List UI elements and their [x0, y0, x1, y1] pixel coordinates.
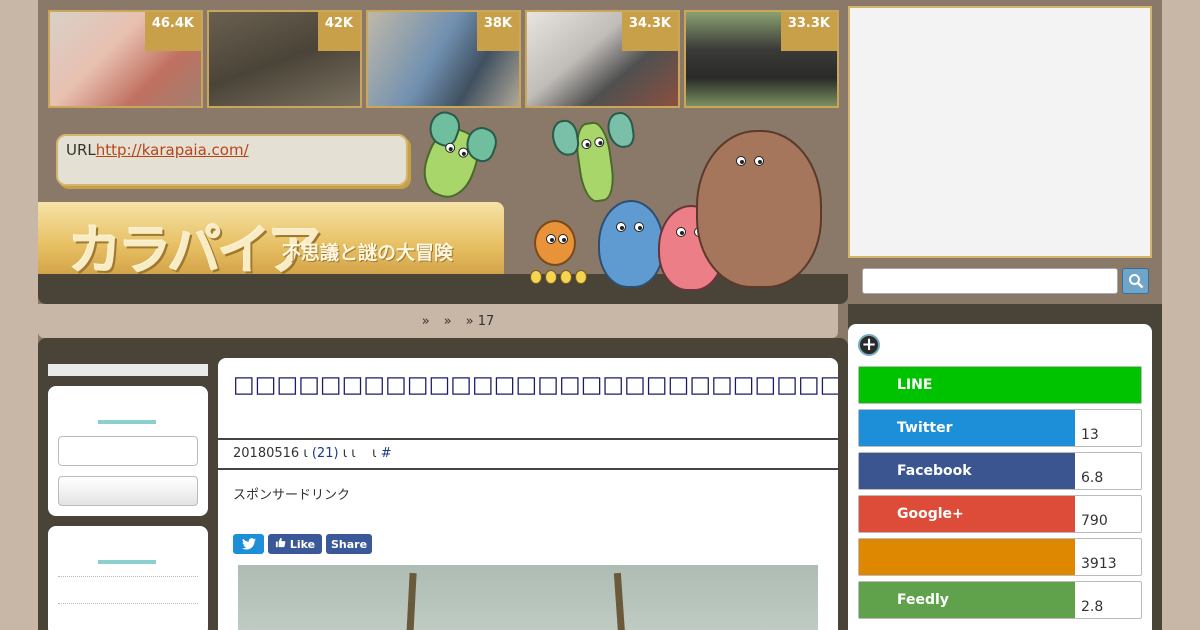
article-image — [238, 565, 818, 630]
social-label — [859, 539, 1075, 575]
social-label: Twitter — [859, 410, 1075, 446]
sidebar-search-widget — [48, 386, 208, 516]
list-divider — [58, 576, 198, 577]
feedly-follow-button[interactable]: Feedly 2.8 — [858, 581, 1142, 619]
hatena-bookmark-button[interactable]: 3913 — [858, 538, 1142, 576]
facebook-share-button[interactable]: Share — [326, 534, 372, 554]
social-count: 3913 — [1081, 556, 1117, 572]
social-count: 2.8 — [1081, 599, 1104, 615]
thumbnail-2[interactable]: 42K — [207, 10, 362, 108]
widget-heading-line — [98, 420, 156, 424]
article-title[interactable]: □□□□□□□□□□□□□□□□□□□□□□□□□□□□□□□□□17□□□□□… — [233, 370, 838, 400]
mascot-brown-blob-illustration — [696, 130, 822, 288]
sponsored-link-label: スポンサードリンク — [233, 488, 351, 503]
hash-link[interactable]: # — [381, 446, 392, 461]
left-sidebar-header-bar — [48, 364, 208, 376]
breadcrumb-item-current: » 17 — [465, 313, 495, 329]
article-date: 20180516 — [233, 446, 300, 461]
facebook-share-count-button[interactable]: Facebook 6.8 — [858, 452, 1142, 490]
google-plus-share-button[interactable]: Google+ 790 — [858, 495, 1142, 533]
share-label: Share — [330, 537, 368, 551]
url-label: URL — [66, 141, 96, 159]
like-label: Like — [289, 537, 316, 551]
sidebar-search-input[interactable] — [58, 436, 198, 466]
breadcrumb-item-2[interactable]: » — [444, 314, 452, 329]
thumbnail-count: 38K — [476, 12, 519, 51]
mascot-orange-illustration — [534, 220, 576, 266]
thumbs-up-icon — [275, 537, 286, 551]
site-logo-banner[interactable]: カラパイア 不思議と謎の大冒険 — [38, 202, 504, 282]
plus-icon[interactable]: + — [858, 334, 880, 356]
search-icon — [1128, 274, 1143, 289]
social-share-panel: + LINE Twitter 13 Facebook 6.8 Google+ 7… — [848, 324, 1152, 630]
thumbnail-5[interactable]: 33.3K — [684, 10, 839, 108]
meta-separator: ι — [372, 446, 377, 461]
thumbnail-count: 46.4K — [144, 12, 201, 51]
thumbnail-count: 42K — [317, 12, 360, 51]
search-button[interactable] — [1122, 268, 1149, 294]
twitter-bird-icon — [241, 538, 256, 550]
social-label: Feedly — [859, 582, 1075, 618]
article-meta: 20180516 ι (21) ι ι ι # — [218, 438, 838, 470]
facebook-like-button[interactable]: Like — [268, 534, 322, 554]
list-divider — [58, 603, 198, 604]
social-count: 6.8 — [1081, 470, 1104, 486]
advertisement-box[interactable] — [848, 6, 1152, 258]
social-count: 13 — [1081, 427, 1099, 443]
breadcrumb-item-1[interactable]: » — [422, 314, 430, 329]
search-input[interactable] — [862, 268, 1118, 294]
social-label: Google+ — [859, 496, 1075, 532]
social-count: 790 — [1081, 513, 1108, 529]
sidebar-search-button[interactable] — [58, 476, 198, 506]
meta-separator: ι ι — [342, 446, 356, 461]
tweet-button[interactable] — [233, 534, 264, 554]
meta-separator: ι — [303, 446, 308, 461]
share-buttons: Like Share — [233, 534, 372, 554]
thumbnail-3[interactable]: 38K — [366, 10, 521, 108]
thumbnail-1[interactable]: 46.4K — [48, 10, 203, 108]
widget-heading-line — [98, 560, 156, 564]
twitter-share-button[interactable]: Twitter 13 — [858, 409, 1142, 447]
social-label: LINE — [859, 367, 1141, 403]
mascot-blue-bird-illustration — [598, 200, 664, 288]
comment-count-link[interactable]: (21) — [312, 446, 339, 461]
thumbnail-4[interactable]: 34.3K — [525, 10, 680, 108]
line-share-button[interactable]: LINE — [858, 366, 1142, 404]
thumbnail-count: 33.3K — [780, 12, 837, 51]
social-label: Facebook — [859, 453, 1075, 489]
thumbnail-count: 34.3K — [621, 12, 678, 51]
url-bubble: URLhttp://karapaia.com/ — [56, 134, 408, 186]
article-card: □□□□□□□□□□□□□□□□□□□□□□□□□□□□□□□□□17□□□□□… — [218, 358, 838, 630]
breadcrumb: » » » 17 — [38, 304, 838, 338]
popular-thumbnails: 46.4K 42K 38K 34.3K 33.3K — [48, 10, 839, 108]
mascot-chicks-illustration — [530, 270, 587, 284]
sidebar-list-widget — [48, 526, 208, 630]
site-url-link[interactable]: http://karapaia.com/ — [96, 141, 249, 159]
site-tagline: 不思議と謎の大冒険 — [282, 242, 454, 264]
